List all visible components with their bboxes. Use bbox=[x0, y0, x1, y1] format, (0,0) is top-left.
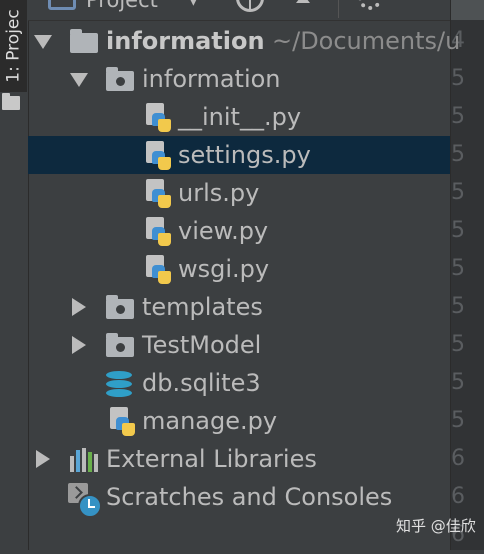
file-name: view.py bbox=[178, 217, 269, 245]
collapsed-arrow-icon[interactable] bbox=[72, 298, 86, 316]
folder-icon bbox=[106, 333, 134, 357]
file-name: manage.py bbox=[142, 407, 278, 435]
collapsed-arrow-icon[interactable] bbox=[36, 450, 50, 468]
tree-node-scratches[interactable]: Scratches and Consoles bbox=[28, 478, 450, 518]
globe-icon[interactable] bbox=[236, 0, 264, 12]
database-icon bbox=[106, 371, 132, 399]
line-number: 5 bbox=[451, 180, 465, 205]
python-file-icon bbox=[146, 141, 172, 171]
folder-icon bbox=[70, 29, 98, 53]
project-toolbar: Project ▼ bbox=[28, 0, 450, 21]
tree-node-file[interactable]: wsgi.py bbox=[28, 250, 450, 288]
root-folder-name: information bbox=[106, 27, 265, 55]
tree-node-file[interactable]: urls.py bbox=[28, 174, 450, 212]
root-folder-path: ~/Documents/u bbox=[272, 27, 461, 55]
folder-icon bbox=[2, 93, 20, 110]
line-number: 5 bbox=[451, 294, 465, 319]
python-file-icon bbox=[146, 217, 172, 247]
external-libraries-label: External Libraries bbox=[106, 445, 317, 473]
python-file-icon bbox=[146, 103, 172, 133]
line-number: 6 bbox=[451, 484, 465, 509]
line-number: 5 bbox=[451, 408, 465, 433]
package-folder-icon bbox=[106, 67, 134, 91]
gear-icon[interactable] bbox=[358, 0, 382, 10]
expanded-arrow-icon[interactable] bbox=[34, 35, 52, 49]
file-name: __init__.py bbox=[178, 103, 302, 131]
scratches-label: Scratches and Consoles bbox=[106, 483, 393, 511]
collapsed-arrow-icon[interactable] bbox=[72, 336, 86, 354]
python-file-icon bbox=[146, 179, 172, 209]
watermark: 知乎 @佳欣 bbox=[396, 517, 476, 535]
python-file-icon bbox=[110, 407, 136, 437]
folder-name: TestModel bbox=[142, 331, 262, 359]
project-tool-tab-label: 1: Projec bbox=[3, 9, 24, 83]
tree-node-folder[interactable]: TestModel bbox=[28, 326, 450, 364]
project-view-icon bbox=[48, 0, 76, 10]
python-file-icon bbox=[146, 255, 172, 285]
project-view-title[interactable]: Project bbox=[86, 0, 158, 12]
folder-icon bbox=[106, 295, 134, 319]
line-number: 5 bbox=[451, 332, 465, 357]
database-file-name: db.sqlite3 bbox=[142, 369, 261, 397]
tree-node-file-selected[interactable]: settings.py bbox=[28, 136, 450, 174]
tree-node-database[interactable]: db.sqlite3 bbox=[28, 364, 450, 402]
folder-name: templates bbox=[142, 293, 263, 321]
package-name: information bbox=[142, 65, 281, 93]
line-number: 6 bbox=[451, 446, 465, 471]
file-name: wsgi.py bbox=[178, 255, 270, 283]
collapse-icon[interactable] bbox=[296, 0, 310, 3]
tree-node-package[interactable]: information bbox=[28, 60, 450, 98]
line-number: 5 bbox=[451, 218, 465, 243]
tree-node-folder[interactable]: templates bbox=[28, 288, 450, 326]
chevron-down-icon[interactable]: ▼ bbox=[188, 0, 199, 8]
library-icon bbox=[70, 448, 98, 472]
file-name: urls.py bbox=[178, 179, 260, 207]
tree-node-external-libraries[interactable]: External Libraries bbox=[28, 440, 450, 478]
tree-node-file[interactable]: view.py bbox=[28, 212, 450, 250]
tree-node-file[interactable]: manage.py bbox=[28, 402, 450, 440]
file-name: settings.py bbox=[178, 141, 311, 169]
line-number: 5 bbox=[451, 370, 465, 395]
editor-gutter: 4 5 5 5 5 5 5 5 5 5 5 6 6 6 bbox=[450, 0, 484, 550]
tree-node-file[interactable]: __init__.py bbox=[28, 98, 450, 136]
expanded-arrow-icon[interactable] bbox=[70, 73, 88, 87]
tool-window-strip: 1: Projec bbox=[0, 0, 29, 550]
line-number: 5 bbox=[451, 142, 465, 167]
toolbar-divider bbox=[338, 0, 339, 18]
line-number: 5 bbox=[451, 256, 465, 281]
project-tool-tab[interactable]: 1: Projec bbox=[0, 0, 27, 92]
editor-tab[interactable] bbox=[451, 0, 484, 20]
scratches-icon bbox=[68, 483, 102, 518]
line-number: 5 bbox=[451, 66, 465, 91]
line-number: 5 bbox=[451, 104, 465, 129]
tree-node-root[interactable]: information ~/Documents/u bbox=[28, 22, 460, 60]
